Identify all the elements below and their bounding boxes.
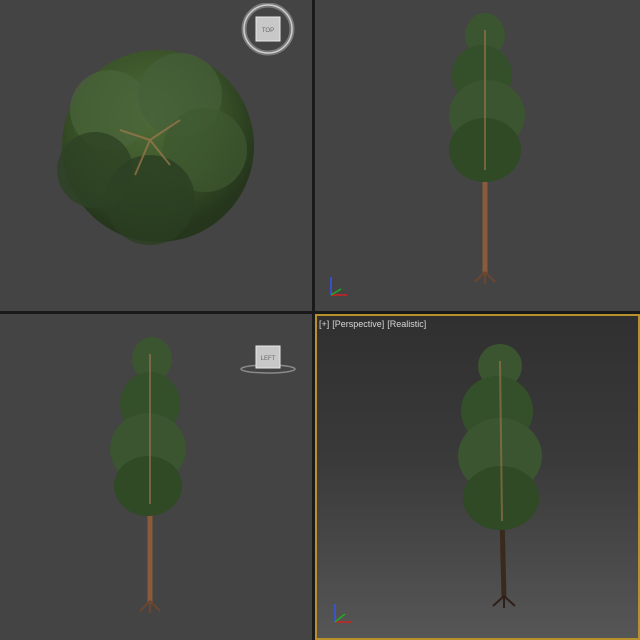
viewport-top[interactable]: TOP (0, 0, 312, 311)
viewport-left[interactable]: LEFT (0, 314, 312, 640)
tree-canopy (449, 13, 525, 182)
view-cube-label: LEFT (261, 356, 276, 362)
axis-tripod-icon (330, 277, 347, 296)
viewport-front[interactable] (315, 0, 640, 311)
view-cube-icon[interactable]: TOP (241, 3, 295, 57)
view-cube-icon[interactable]: LEFT (240, 344, 296, 374)
tree-canopy (110, 337, 186, 516)
viewport-perspective[interactable]: [+] [Perspective] [Realistic] (315, 314, 640, 640)
view-cube-label: TOP (262, 28, 274, 34)
tree-canopy (458, 344, 542, 530)
axis-tripod-icon (334, 604, 351, 623)
tree-front-view[interactable] (315, 0, 640, 311)
tree-perspective-view[interactable] (317, 316, 638, 638)
